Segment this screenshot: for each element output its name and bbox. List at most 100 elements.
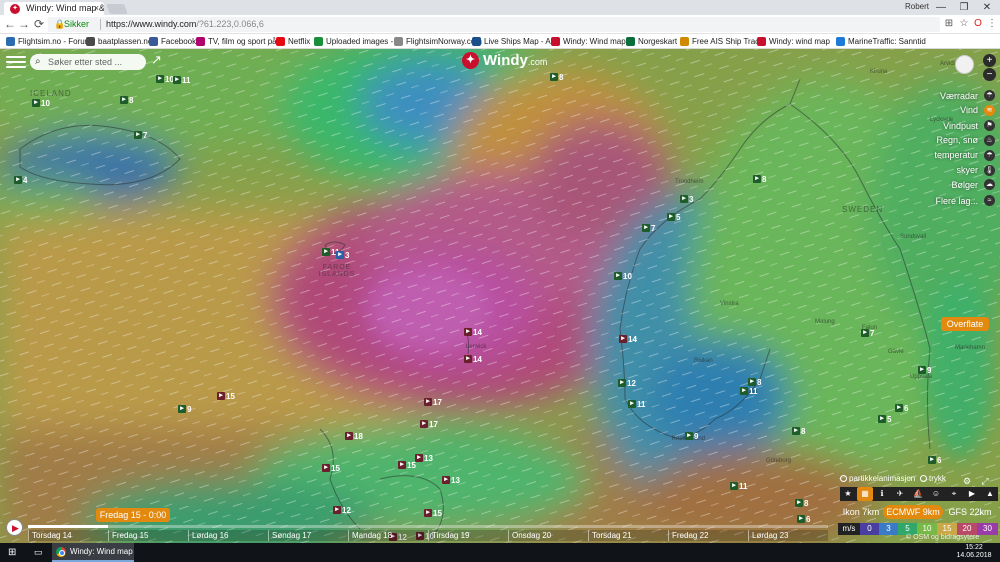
opera-extension-icon[interactable]: O (972, 18, 984, 30)
timeline-day[interactable]: Onsdag 20 (508, 530, 551, 541)
timeline-day[interactable]: Mandag 18 (348, 530, 392, 541)
share-icon[interactable]: ↗ (151, 53, 165, 67)
timeline-days[interactable]: Torsdag 14 Fredag 15 Lørdag 16 Søndag 17… (28, 530, 828, 541)
model-gfs[interactable]: GFS 22km (944, 505, 996, 519)
url-field[interactable]: 🔒 Sikker https://www.windy.com/?61.223,0… (48, 17, 940, 32)
bookmark-item[interactable]: Flightsim.no - Forum (6, 34, 91, 49)
minimize-icon[interactable]: — (930, 0, 952, 15)
forward-icon[interactable]: → (17, 17, 31, 31)
secure-label: Sikker (64, 19, 90, 29)
wind-value: 17 (429, 420, 438, 429)
system-clock[interactable]: 15:22 14.06.2018 (955, 544, 993, 560)
boat-icon[interactable]: ⛵ (910, 487, 926, 501)
bookmark-item[interactable]: Windy: wind map (757, 34, 830, 49)
browser-menu-icon[interactable]: ⋮ (986, 18, 998, 30)
bookmark-item[interactable]: MarineTraffic: Sanntid (836, 34, 926, 49)
task-view-icon[interactable]: ▭ (34, 547, 45, 558)
taskbar-chrome-window[interactable]: Windy: Wind map ... (52, 543, 134, 562)
layer-weather-radar[interactable]: Værradar (940, 91, 978, 101)
timeline-day[interactable]: Fredag 22 (668, 530, 708, 541)
waves-icon[interactable]: ≈ (984, 195, 995, 206)
wind-icon[interactable]: ≋ (984, 105, 995, 116)
cloud-icon[interactable]: ☁ (984, 179, 995, 190)
radar-icon[interactable]: ☂ (984, 90, 995, 101)
plane-icon[interactable]: ✈ (892, 487, 908, 501)
maximize-icon[interactable]: ❐ (953, 0, 975, 15)
bookmark-item[interactable]: FlightsimNorway.com (394, 34, 482, 49)
rain-drop-icon[interactable]: ♨ (984, 135, 995, 146)
timeline-track[interactable] (28, 525, 828, 528)
search-input[interactable]: ⌕ Søker etter sted ... (30, 54, 146, 70)
bookmark-item[interactable]: TV, film og sport på (196, 34, 277, 49)
bookmark-item[interactable]: Uploaded images - (314, 34, 393, 49)
menu-icon[interactable] (6, 56, 26, 70)
bookmark-item[interactable]: Netflix (276, 34, 310, 49)
avatar[interactable] (955, 55, 974, 74)
layer-waves[interactable]: Bølger (951, 180, 978, 190)
search-icon: ⌕ (35, 56, 41, 67)
timeline-day[interactable]: Torsdag 14 (28, 530, 72, 541)
translate-icon[interactable]: ⊞ (943, 18, 955, 30)
wind-flag-icon: ▸ (918, 366, 926, 374)
layer-temperature[interactable]: temperatur (934, 150, 978, 160)
bookmark-item[interactable]: baatplassen.no (86, 34, 152, 49)
timeline-day[interactable]: Torsdag 21 (588, 530, 632, 541)
tab-close-icon[interactable]: × (94, 2, 99, 15)
layer-rain-snow[interactable]: Regn, snø (936, 135, 978, 145)
timeline-day[interactable]: Tirsdag 19 (428, 530, 470, 541)
timeline-day[interactable]: Fredag 15 (108, 530, 148, 541)
gust-flag-icon[interactable]: ⚑ (984, 120, 995, 131)
new-tab-button[interactable] (106, 4, 128, 14)
wind-flag-icon: ▸ (797, 515, 805, 523)
wind-label: ▸11 (628, 400, 645, 410)
profile-name[interactable]: Robert (905, 2, 929, 11)
bookmark-label: MarineTraffic: Sanntid (848, 37, 926, 46)
umbrella-icon[interactable]: ☂ (984, 150, 995, 161)
favorite-star-icon[interactable]: ★ (840, 487, 856, 501)
back-icon[interactable]: ← (3, 17, 17, 31)
layer-more[interactable]: Flere lag... (935, 196, 978, 206)
person-icon[interactable]: ☺ (928, 487, 944, 501)
url-host: https://www.windy.com (106, 19, 197, 29)
timeline-day[interactable]: Lørdag 16 (188, 530, 228, 541)
current-time-badge[interactable]: Fredag 15 - 0:00 (96, 508, 170, 522)
zoom-in-icon[interactable]: + (983, 54, 996, 67)
layer-wind[interactable]: Vind (960, 105, 978, 115)
fullscreen-icon[interactable]: ⤢ (980, 476, 990, 486)
bookmark-star-icon[interactable]: ☆ (958, 18, 970, 30)
reload-icon[interactable]: ⟳ (32, 17, 46, 31)
thermometer-icon[interactable]: 🌡 (984, 165, 995, 176)
map-attribution[interactable]: © OSM og bidragsytere (906, 534, 979, 541)
bookmark-item[interactable]: Live Ships Map - AIS (472, 34, 558, 49)
camera-icon[interactable]: ▶ (964, 487, 980, 501)
wind-map[interactable]: ⌕ Søker etter sted ... ↗ ✦ Windy.com ICE… (0, 49, 1000, 543)
timeline-day[interactable]: Lørdag 23 (748, 530, 788, 541)
bookmark-item[interactable]: Facebook (149, 34, 196, 49)
model-ikon[interactable]: Ikon 7km (840, 505, 882, 519)
info-icon[interactable]: ℹ (874, 487, 890, 501)
surface-level-button[interactable]: Overflate (941, 317, 989, 331)
browser-tab-windy[interactable]: ✦ Windy: Wind map & wea × (4, 2, 104, 15)
zoom-out-icon[interactable]: − (983, 68, 996, 81)
layer-gusts[interactable]: Vindpust (943, 121, 978, 131)
particles-toggle[interactable]: partikkelanimasjon (840, 474, 915, 483)
window-close-icon[interactable]: ✕ (976, 0, 998, 15)
bookmark-item[interactable]: Free AIS Ship Tracki (680, 34, 765, 49)
wind-label: ▸ 9 (685, 432, 698, 442)
play-button[interactable]: ▶ (6, 519, 23, 536)
pressure-toggle[interactable]: trykk (920, 474, 946, 483)
rocket-icon[interactable]: ▲ (982, 487, 998, 501)
timeline-day[interactable]: Søndag 17 (268, 530, 311, 541)
wind-value: 18 (354, 432, 363, 441)
folder-icon[interactable]: ▦ (857, 487, 873, 501)
wind-label: ▸ 17 (420, 420, 438, 430)
model-ecmwf[interactable]: ECMWF 9km (883, 505, 943, 519)
layer-clouds[interactable]: skyer (956, 165, 978, 175)
bookmark-item[interactable]: Norgeskart (626, 34, 677, 49)
settings-icon[interactable]: ⚙ (962, 476, 972, 486)
wind-label: ▸ 13 (442, 476, 460, 486)
windows-start-icon[interactable]: ⊞ (8, 547, 19, 558)
pin-icon[interactable]: ⌖ (946, 487, 962, 501)
bookmark-item[interactable]: Windy: Wind map & (551, 34, 633, 49)
wind-label: ▸ 8 (753, 175, 766, 185)
